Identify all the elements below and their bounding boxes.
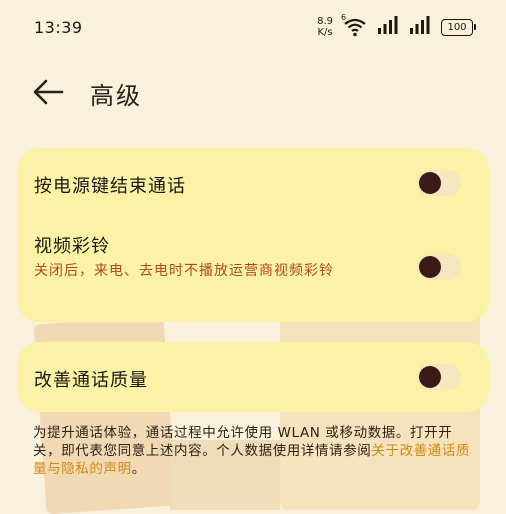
header: 高级 — [0, 70, 506, 114]
status-icons: 8.9 K/s 6 100 — [317, 13, 476, 38]
improve-call-quality-toggle[interactable] — [417, 364, 461, 390]
call-quality-note: 为提升通话体验，通话过程中允许使用 WLAN 或移动数据。打开开关，即代表您同意… — [33, 424, 479, 478]
signal-icon — [377, 16, 399, 38]
note-end: 。 — [131, 461, 146, 477]
network-speed-value: 8.9 — [317, 16, 333, 27]
toggle-knob — [419, 172, 441, 194]
toggle-knob — [419, 366, 441, 388]
network-speed: 8.9 K/s — [317, 16, 333, 38]
battery-icon: 100 — [441, 18, 476, 36]
toggle-knob — [419, 256, 441, 278]
power-key-end-call-label: 按电源键结束通话 — [34, 176, 186, 197]
video-ringtone-label: 视频彩铃 — [34, 236, 110, 257]
status-bar: 13:39 8.9 K/s 6 100 — [0, 0, 506, 58]
signal-icon — [409, 16, 431, 38]
back-arrow-icon[interactable] — [32, 78, 64, 106]
power-key-end-call-toggle[interactable] — [417, 170, 461, 196]
network-speed-unit: K/s — [317, 27, 333, 38]
video-ringtone-toggle[interactable] — [417, 254, 461, 280]
settings-card-quality: 改善通话质量 — [17, 342, 489, 412]
improve-call-quality-label: 改善通话质量 — [34, 370, 148, 391]
wifi-icon: 6 — [341, 13, 367, 37]
video-ringtone-description: 关闭后，来电、去电时不播放运营商视频彩铃 — [34, 263, 334, 279]
battery-tip — [474, 24, 476, 30]
status-time: 13:39 — [34, 18, 83, 37]
page-title: 高级 — [90, 82, 142, 110]
battery-level: 100 — [441, 18, 473, 36]
wifi-badge: 6 — [341, 13, 347, 22]
settings-card-call: 按电源键结束通话 视频彩铃 关闭后，来电、去电时不播放运营商视频彩铃 — [17, 148, 489, 322]
